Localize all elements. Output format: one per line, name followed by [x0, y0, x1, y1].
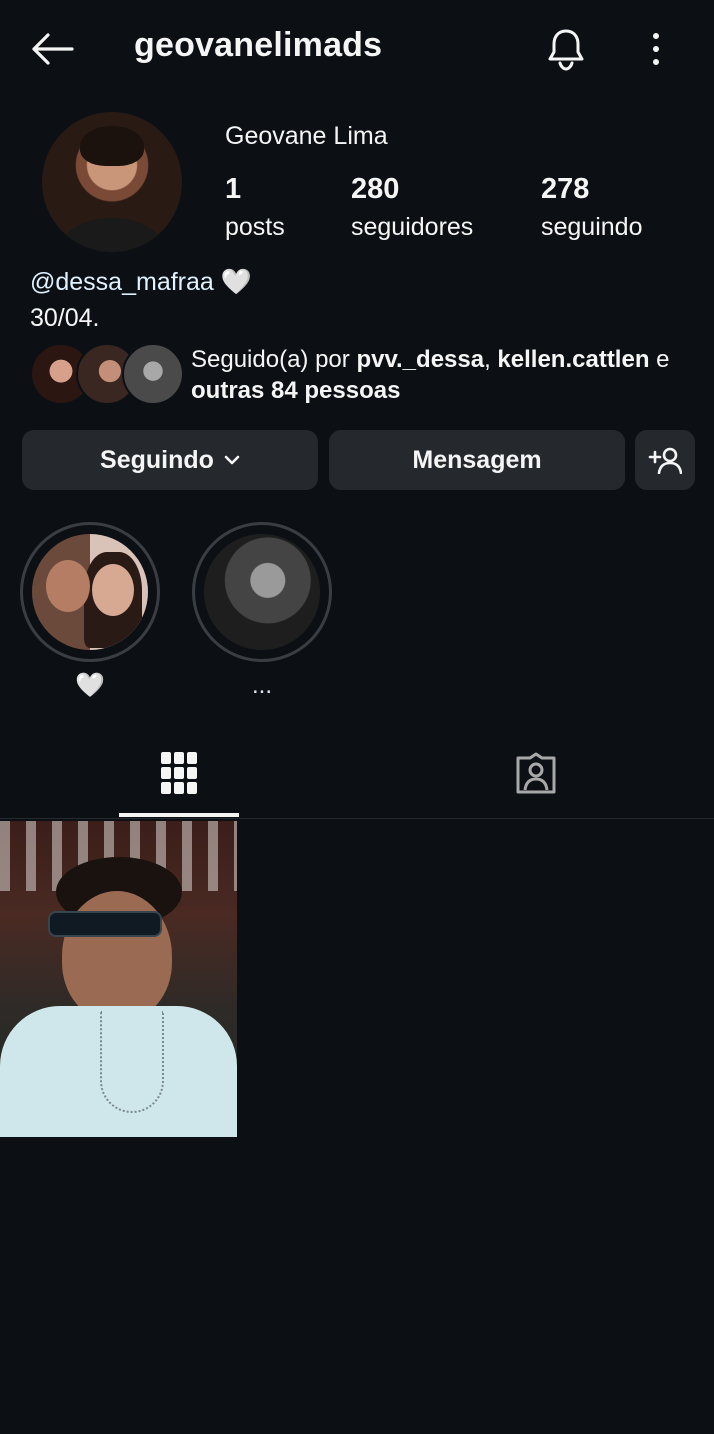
highlight-label: 🤍: [75, 672, 105, 699]
heart-emoji: 🤍: [220, 268, 252, 296]
grid-icon: [160, 752, 197, 794]
mutual-conj: e: [649, 346, 670, 373]
mutual-user-2[interactable]: kellen.cattlen: [497, 346, 649, 373]
active-tab-indicator: [119, 813, 239, 817]
tab-posts-grid[interactable]: [0, 730, 357, 816]
tagged-person-icon: [516, 752, 555, 794]
story-highlight[interactable]: 🤍: [20, 522, 160, 700]
highlight-cover: [32, 534, 148, 650]
tab-tagged[interactable]: [357, 730, 714, 816]
bell-icon: [548, 29, 584, 71]
highlight-cover: [204, 534, 320, 650]
notifications-button[interactable]: [538, 22, 594, 76]
bio-text: 30/04.: [30, 304, 100, 332]
more-vertical-icon: [653, 33, 659, 65]
profile-avatar[interactable]: [42, 112, 182, 252]
message-button[interactable]: Mensagem: [329, 430, 625, 490]
mutual-others[interactable]: outras 84 pessoas: [191, 377, 400, 404]
mutual-prefix: Seguido(a) por: [191, 346, 357, 373]
post-thumbnail[interactable]: [0, 821, 237, 1137]
profile-tabs: [0, 730, 714, 819]
mutual-followers-avatars[interactable]: [30, 343, 184, 405]
followers-count[interactable]: 280 seguidores: [351, 170, 473, 246]
suggested-users-button[interactable]: [635, 430, 695, 490]
following-count[interactable]: 278 seguindo: [541, 170, 642, 246]
profile-username: geovanelimads: [134, 26, 383, 64]
posts-count-label: posts: [225, 213, 285, 241]
following-count-value: 278: [541, 173, 590, 205]
arrow-left-icon: [32, 33, 74, 65]
following-button[interactable]: Seguindo: [22, 430, 318, 490]
highlight-label: ...: [251, 672, 272, 699]
mutual-user-1[interactable]: pvv._dessa: [356, 346, 484, 373]
highlight-ring: [20, 522, 160, 662]
bio-mention-line: @dessa_mafraa 🤍: [30, 268, 252, 297]
following-button-label: Seguindo: [100, 445, 214, 474]
following-count-label: seguindo: [541, 213, 643, 241]
story-highlight[interactable]: ...: [192, 522, 332, 700]
followers-count-value: 280: [351, 173, 400, 205]
message-button-label: Mensagem: [412, 445, 542, 474]
display-name: Geovane Lima: [225, 122, 388, 150]
highlight-ring: [192, 522, 332, 662]
mutual-avatar: [122, 343, 184, 405]
posts-count-value: 1: [225, 173, 242, 205]
add-user-icon: [648, 447, 682, 474]
chevron-down-icon: [224, 455, 240, 465]
more-options-button[interactable]: [636, 24, 676, 74]
bio-mention-link[interactable]: @dessa_mafraa: [30, 268, 214, 296]
mutual-followers-text[interactable]: Seguido(a) por pvv._dessa, kellen.cattle…: [191, 344, 691, 406]
back-button[interactable]: [24, 24, 80, 74]
posts-count[interactable]: 1 posts: [225, 170, 285, 246]
mutual-separator: ,: [484, 346, 498, 373]
followers-count-label: seguidores: [351, 213, 474, 241]
top-bar: geovanelimads: [0, 0, 714, 96]
